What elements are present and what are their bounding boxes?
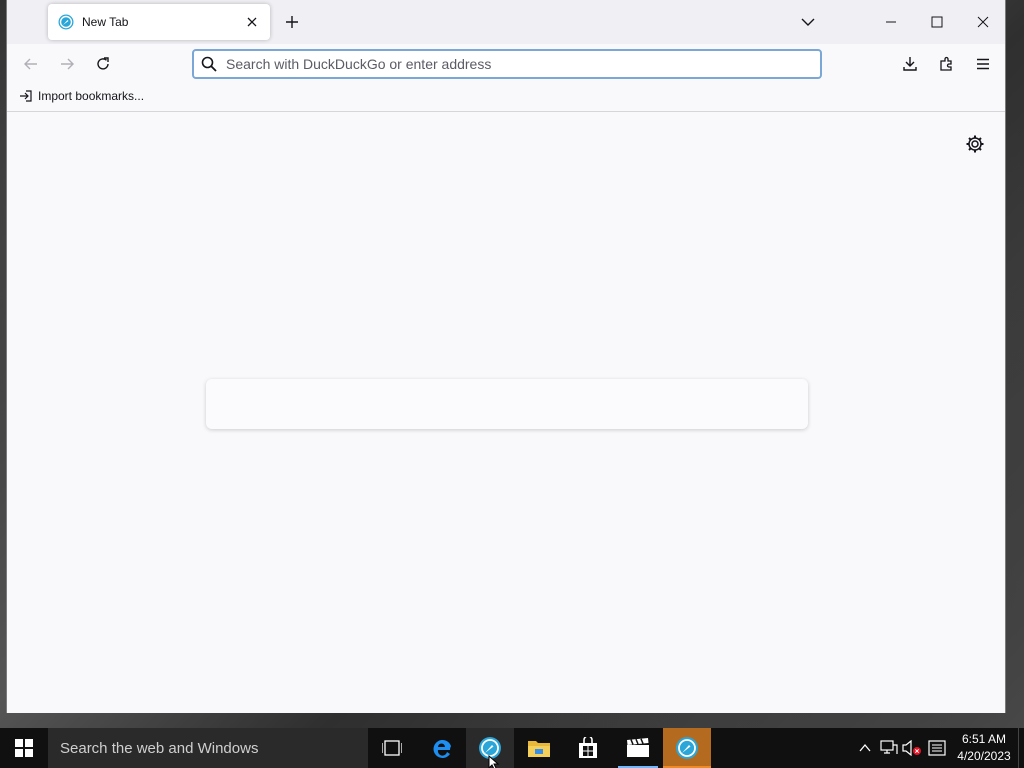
navigation-toolbar [7, 44, 1005, 84]
reload-button[interactable] [91, 52, 115, 76]
taskbar-store[interactable] [564, 728, 612, 768]
back-button[interactable] [19, 52, 43, 76]
new-tab-page [7, 113, 1005, 713]
network-button[interactable] [877, 728, 901, 768]
task-view-button[interactable] [368, 728, 416, 768]
taskbar-movies[interactable] [614, 728, 662, 768]
volume-button[interactable] [900, 728, 924, 768]
tab-new-tab[interactable]: New Tab [48, 4, 270, 40]
maximize-icon [931, 16, 943, 28]
download-icon [903, 57, 917, 71]
taskbar-file-explorer[interactable] [515, 728, 563, 768]
arrow-left-icon [24, 58, 37, 70]
tab-bar: New Tab [7, 0, 1005, 44]
new-tab-button[interactable] [282, 12, 302, 32]
puzzle-icon [940, 56, 952, 71]
show-hidden-icons-button[interactable] [853, 728, 877, 768]
hamburger-menu-icon [977, 58, 989, 70]
taskbar: Search the web and Windows 6:51 AM 4/20/… [0, 728, 1024, 768]
chevron-down-icon [801, 18, 815, 26]
bookmarks-toolbar: Import bookmarks... [7, 84, 1005, 112]
extensions-button[interactable] [935, 52, 959, 76]
search-placeholder-card [206, 379, 808, 429]
taskbar-browser-active[interactable] [663, 728, 711, 768]
taskbar-edge[interactable] [418, 728, 466, 768]
plus-icon [286, 16, 298, 28]
mouse-pointer-icon [488, 755, 500, 768]
start-button[interactable] [0, 728, 48, 768]
url-input[interactable] [226, 56, 820, 72]
show-desktop-button[interactable] [1018, 728, 1024, 768]
close-icon [977, 16, 989, 28]
gear-icon [966, 135, 984, 153]
network-icon [880, 740, 898, 754]
action-center-button[interactable] [925, 728, 949, 768]
search-icon [201, 56, 217, 72]
clock-date: 4/20/2023 [957, 749, 1011, 763]
close-tab-icon[interactable] [244, 14, 260, 30]
import-bookmarks-button[interactable]: Import bookmarks... [19, 89, 144, 103]
downloads-button[interactable] [898, 52, 922, 76]
address-bar[interactable] [192, 49, 822, 79]
clapperboard-icon [627, 738, 649, 757]
import-icon [20, 90, 32, 102]
import-bookmarks-label: Import bookmarks... [38, 89, 145, 103]
reload-icon [97, 57, 109, 70]
store-icon [579, 737, 597, 758]
minimize-icon [886, 21, 896, 23]
minimize-button[interactable] [868, 6, 914, 38]
windows-logo-icon [15, 739, 33, 757]
system-clock[interactable]: 6:51 AM 4/20/2023 [952, 731, 1016, 765]
app-menu-button[interactable] [971, 52, 995, 76]
tab-title: New Tab [82, 15, 129, 29]
edge-icon [433, 740, 451, 759]
arrow-right-icon [61, 58, 74, 70]
chevron-up-icon [859, 743, 871, 752]
close-window-button[interactable] [960, 6, 1006, 38]
task-view-icon [382, 740, 402, 756]
folder-icon [528, 741, 550, 757]
browser-logo-icon [676, 737, 698, 759]
taskbar-search-placeholder: Search the web and Windows [60, 739, 259, 757]
maximize-button[interactable] [914, 6, 960, 38]
page-settings-button[interactable] [965, 134, 985, 154]
list-all-tabs-button[interactable] [798, 12, 818, 32]
volume-muted-icon [902, 740, 921, 756]
browser-logo-icon [58, 14, 74, 30]
clock-time: 6:51 AM [961, 732, 1007, 746]
notifications-icon [928, 740, 946, 756]
forward-button[interactable] [55, 52, 79, 76]
browser-window: New Tab Search with DuckDuckGo or enter … [6, 0, 1006, 713]
taskbar-search-box[interactable]: Search the web and Windows [48, 728, 368, 768]
